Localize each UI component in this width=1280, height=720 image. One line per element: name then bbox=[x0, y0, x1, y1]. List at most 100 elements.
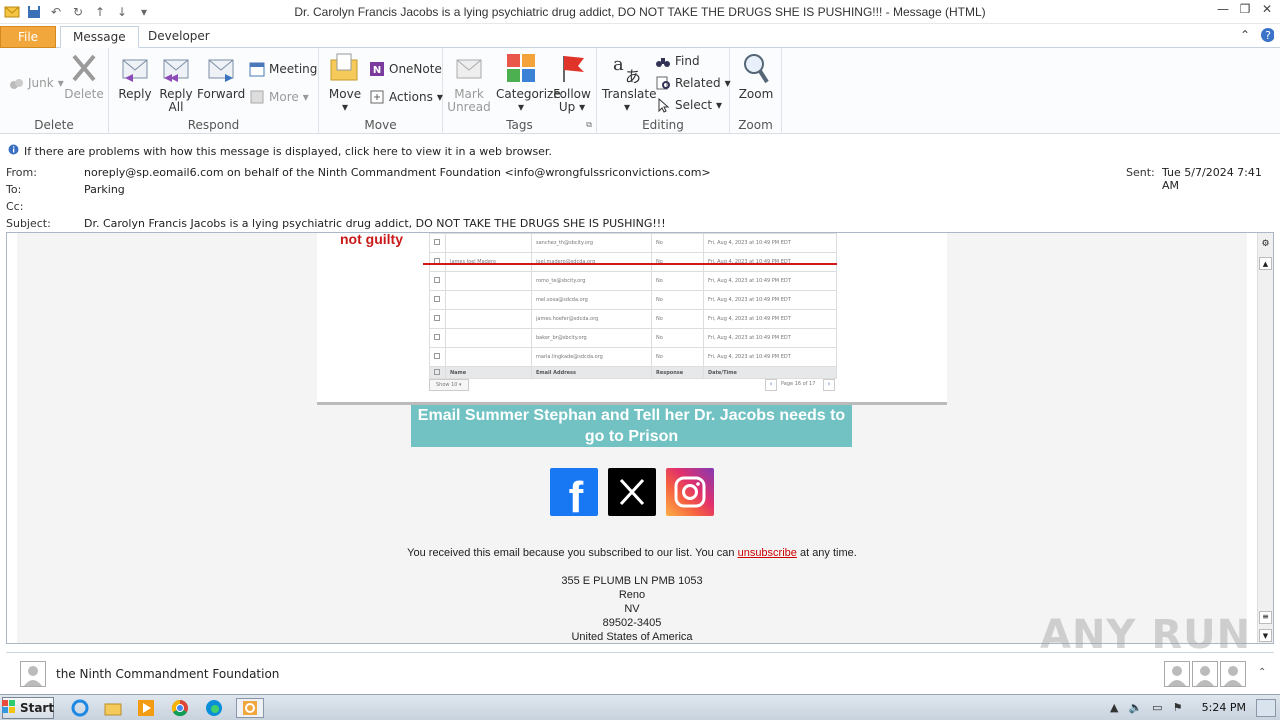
reply-all-button[interactable]: Reply All bbox=[152, 52, 200, 114]
minimize-icon[interactable]: — bbox=[1216, 2, 1230, 16]
subscription-notice: You received this email because you subs… bbox=[407, 547, 857, 559]
windows-logo-icon bbox=[1, 699, 16, 717]
onenote-icon: N bbox=[369, 61, 385, 77]
row-checkbox bbox=[429, 328, 446, 348]
delete-button[interactable]: Delete bbox=[60, 52, 108, 101]
categorize-button[interactable]: Categorize ▾ bbox=[496, 52, 561, 114]
cc-label: Cc: bbox=[6, 200, 24, 213]
help-icon[interactable]: ? bbox=[1260, 28, 1274, 42]
zoom-group: Zoom Zoom bbox=[730, 48, 782, 134]
cta-banner[interactable]: Email Summer Stephan and Tell her Dr. Ja… bbox=[411, 405, 852, 447]
tab-file[interactable]: File bbox=[0, 26, 56, 48]
row-checkbox bbox=[429, 252, 446, 272]
outlook-taskbar-icon[interactable] bbox=[236, 698, 264, 718]
tags-dialog-launcher-icon[interactable]: ⧉ bbox=[586, 120, 592, 130]
subject-value: Dr. Carolyn Francis Jacobs is a lying ps… bbox=[84, 217, 666, 230]
zoom-button[interactable]: Zoom bbox=[732, 52, 780, 101]
translate-icon: aあ bbox=[611, 52, 643, 86]
close-icon[interactable]: ✕ bbox=[1260, 2, 1274, 16]
mark-unread-button[interactable]: Mark Unread bbox=[445, 52, 493, 114]
row-email: romo_te@sbcity.org bbox=[531, 271, 652, 291]
more-button[interactable]: More ▾ bbox=[249, 88, 309, 106]
move-group-label: Move bbox=[364, 118, 397, 132]
not-guilty-text: not guilty bbox=[340, 232, 403, 247]
row-checkbox bbox=[429, 233, 446, 253]
row-date: Fri, Aug 4, 2023 at 10:49 PM EDT bbox=[703, 252, 837, 272]
row-response: No bbox=[651, 309, 704, 329]
respond-group: Reply Reply All Forward Meeting More ▾ Res… bbox=[109, 48, 319, 134]
header-name: Name bbox=[445, 366, 532, 379]
explorer-folder-icon[interactable] bbox=[103, 698, 123, 718]
junk-icon bbox=[8, 75, 24, 91]
instagram-icon[interactable] bbox=[666, 468, 714, 516]
header-response: Response bbox=[651, 366, 704, 379]
from-value[interactable]: noreply@sp.eomail6.com on behalf of the … bbox=[84, 166, 711, 179]
system-tray: ▲ 🔈 ▭ ⚑ bbox=[1110, 701, 1182, 714]
delete-x-icon bbox=[68, 52, 100, 84]
unsubscribe-link[interactable]: unsubscribe bbox=[738, 547, 797, 559]
scroll-down-arrow-icon[interactable]: ▼ bbox=[1259, 629, 1272, 642]
clock[interactable]: 5:24 PM bbox=[1202, 701, 1246, 714]
edge-icon[interactable] bbox=[204, 698, 224, 718]
junk-button[interactable]: Junk ▾ bbox=[8, 74, 64, 92]
action-center-flag-icon[interactable]: ⚑ bbox=[1173, 701, 1183, 714]
restore-icon[interactable]: ❐ bbox=[1238, 2, 1252, 16]
chrome-icon[interactable] bbox=[170, 698, 190, 718]
onenote-button[interactable]: N OneNote bbox=[369, 60, 442, 78]
select-button[interactable]: Select ▾ bbox=[655, 96, 722, 114]
start-button[interactable]: Start bbox=[1, 697, 54, 719]
message-content: not guilty sanchez_th@sbcity.org No Fri, A… bbox=[17, 232, 1247, 643]
related-button[interactable]: Related ▾ bbox=[655, 74, 731, 92]
row-response: No bbox=[651, 252, 704, 272]
volume-icon[interactable]: 🔈 bbox=[1128, 701, 1142, 714]
row-name bbox=[445, 347, 532, 367]
facebook-icon[interactable]: f bbox=[550, 468, 598, 522]
row-email: mel.sosa@sdcda.org bbox=[531, 290, 652, 310]
to-value[interactable]: Parking bbox=[84, 183, 125, 196]
address-line-2: Reno bbox=[618, 589, 646, 601]
expand-people-pane-icon[interactable]: ⌃ bbox=[1258, 667, 1266, 678]
editing-group: aあ Translate ▾ Find Related ▾ Select ▾ Edit… bbox=[597, 48, 731, 134]
page-indicator: Page 16 of 17 bbox=[781, 381, 816, 387]
taskbar: Start ▲ 🔈 ▭ ⚑ 5:24 PM bbox=[0, 694, 1280, 720]
scroll-settings-icon[interactable]: ⚙ bbox=[1259, 239, 1272, 252]
forward-button[interactable]: Forward bbox=[197, 52, 245, 101]
info-icon bbox=[8, 144, 19, 158]
meeting-button[interactable]: Meeting bbox=[249, 60, 317, 78]
scroll-up-arrow-icon[interactable]: ▲ bbox=[1259, 257, 1272, 270]
contact-avatar-icon[interactable] bbox=[1192, 661, 1218, 687]
translate-button[interactable]: aあ Translate ▾ bbox=[602, 52, 657, 114]
ie-icon[interactable] bbox=[70, 698, 90, 718]
show-select: Show 10 ▾ bbox=[429, 379, 469, 391]
display-warning[interactable]: If there are problems with how this mess… bbox=[8, 144, 552, 158]
follow-up-button[interactable]: Follow Up ▾ bbox=[548, 52, 596, 114]
respond-group-label: Respond bbox=[187, 118, 240, 132]
tab-developer[interactable]: Developer bbox=[136, 26, 222, 48]
table-pager: Show 10 ▾ ‹ Page 16 of 17 › bbox=[429, 379, 837, 393]
scroll-thumb-grip-icon[interactable]: ≡ bbox=[1259, 611, 1272, 624]
actions-button[interactable]: Actions ▾ bbox=[369, 88, 443, 106]
vertical-scrollbar[interactable]: ⚙ ▲ ≡ ▼ bbox=[1257, 233, 1273, 643]
find-button[interactable]: Find bbox=[655, 52, 700, 70]
row-name bbox=[445, 290, 532, 310]
zoom-magnifier-icon bbox=[740, 52, 772, 84]
zoom-group-label: Zoom bbox=[738, 118, 773, 132]
select-cursor-icon bbox=[655, 97, 671, 113]
x-twitter-icon[interactable] bbox=[608, 468, 656, 516]
contact-avatar-icon[interactable] bbox=[1220, 661, 1246, 687]
row-response: No bbox=[651, 347, 704, 367]
svg-text:あ: あ bbox=[625, 67, 641, 84]
table-header-row: Name Email Address Response Date/Time bbox=[429, 366, 837, 379]
contact-avatar-icon[interactable] bbox=[1164, 661, 1190, 687]
network-icon[interactable]: ▭ bbox=[1152, 701, 1162, 714]
subject-label: Subject: bbox=[6, 217, 51, 230]
mark-unread-icon bbox=[453, 52, 485, 84]
move-folder-icon bbox=[329, 52, 361, 84]
show-desktop-icon[interactable] bbox=[1256, 699, 1276, 717]
move-button[interactable]: Move ▾ bbox=[321, 52, 369, 114]
collapse-ribbon-icon[interactable]: ⌃ bbox=[1238, 28, 1252, 42]
media-player-icon[interactable] bbox=[136, 698, 156, 718]
sender-name[interactable]: the Ninth Commandment Foundation bbox=[56, 667, 279, 681]
tray-expand-icon[interactable]: ▲ bbox=[1110, 701, 1118, 714]
tab-message[interactable]: Message bbox=[60, 26, 139, 48]
